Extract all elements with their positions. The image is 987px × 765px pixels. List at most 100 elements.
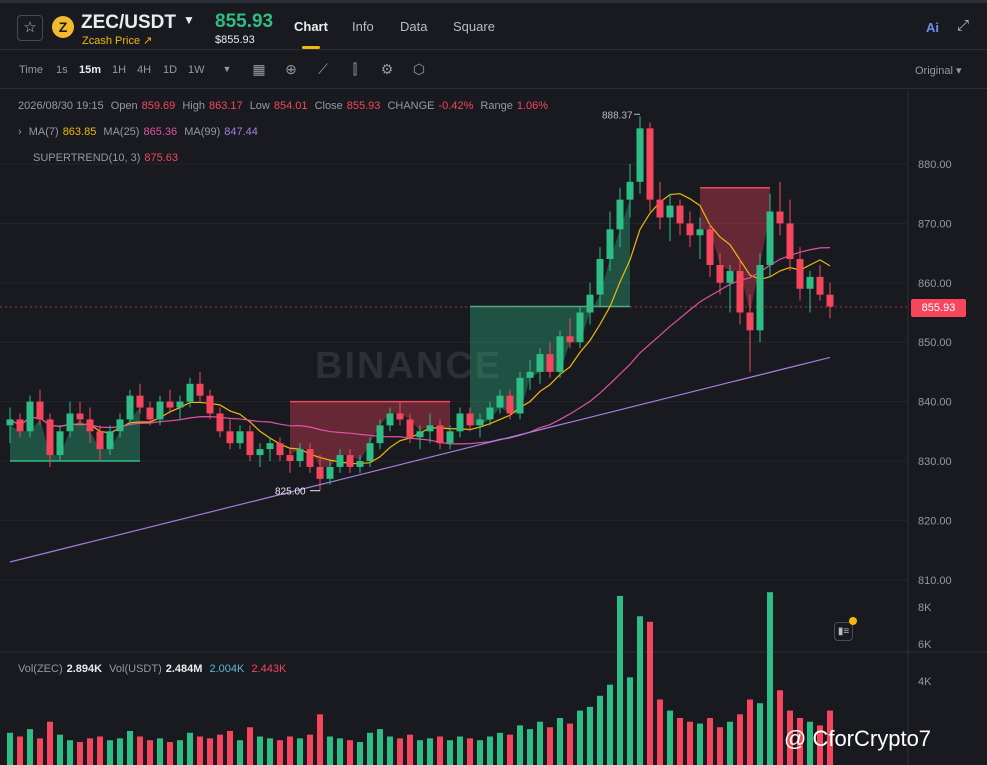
candle-body: [266, 443, 274, 450]
candle-body: [686, 223, 694, 236]
legend-close: 855.93: [346, 100, 381, 112]
volume-bar: [327, 736, 333, 765]
active-tab-indicator: [302, 46, 320, 49]
timeframe-time[interactable]: Time: [19, 64, 43, 76]
pair-title[interactable]: ZEC/USDT: [81, 12, 176, 34]
calendar-icon[interactable]: ▦: [250, 60, 268, 78]
volume-bar: [87, 738, 93, 765]
volume-bar: [147, 740, 153, 765]
settings-icon[interactable]: ⚙: [378, 60, 396, 78]
tab-data[interactable]: Data: [400, 19, 427, 34]
legend-high: 863.17: [208, 100, 243, 112]
vol-ma2-value: 2.443K: [251, 663, 287, 675]
candle-body: [316, 466, 324, 479]
vol-usdt-value: 2.484M: [165, 663, 203, 675]
vol-zec-value: 2.894K: [66, 663, 103, 675]
volume-bar: [747, 699, 753, 765]
caret-right-icon[interactable]: ›: [18, 126, 22, 138]
timeframe-1d[interactable]: 1D: [163, 64, 177, 76]
candle-body: [206, 395, 214, 414]
candle-body: [606, 229, 614, 260]
legend-low: 854.01: [273, 100, 308, 112]
candle-body: [596, 259, 604, 295]
candle-body: [56, 431, 64, 456]
volume-bar: [627, 677, 633, 765]
candle-body: [386, 413, 394, 426]
timeframe-1w[interactable]: 1W: [188, 64, 205, 76]
notification-dot: [849, 617, 857, 625]
volume-bar: [17, 736, 23, 765]
more-timeframes-icon[interactable]: ▼: [218, 60, 236, 78]
price-axis-label: 880.00: [918, 159, 952, 171]
candle-body: [276, 443, 284, 456]
candle-body: [506, 395, 514, 414]
volume-bar: [287, 736, 293, 765]
candle-body: [546, 354, 554, 372]
volume-bar: [157, 738, 163, 765]
candle-body: [166, 401, 174, 408]
volume-axis-label: 8K: [918, 602, 932, 614]
tab-info[interactable]: Info: [352, 19, 374, 34]
ai-button[interactable]: Ai: [926, 20, 939, 35]
candle-body: [76, 413, 84, 420]
volume-bar: [527, 729, 533, 765]
caret-down-icon[interactable]: ▼: [183, 13, 195, 27]
candle-body: [146, 407, 154, 420]
last-price-usd: $855.93: [215, 34, 255, 46]
header-bar: ☆ Z ZEC/USDT ▼ Zcash Price ↗ 855.93 $855…: [0, 3, 987, 50]
volume-legend: Vol(ZEC) 2.894K Vol(USDT) 2.484M 2.004K 2.…: [18, 663, 287, 675]
candle-body: [116, 419, 124, 432]
star-outline-icon[interactable]: ☆: [17, 15, 43, 41]
plus-circle-icon[interactable]: ⊕: [282, 60, 300, 78]
timeframe-15m[interactable]: 15m: [79, 64, 101, 76]
tab-chart[interactable]: Chart: [294, 19, 328, 34]
candle-body: [366, 443, 374, 461]
ma7-value: 863.85: [62, 126, 97, 138]
volume-axis-label: 6K: [918, 639, 932, 651]
candle-type-icon[interactable]: ⫿: [346, 60, 364, 78]
volume-bar: [217, 734, 223, 765]
volume-bar: [467, 738, 473, 765]
candle-body: [646, 128, 654, 200]
layers-icon[interactable]: ⬡: [410, 60, 428, 78]
volume-bar: [457, 736, 463, 765]
volume-bar: [697, 723, 703, 765]
timeframe-1s[interactable]: 1s: [56, 64, 68, 76]
volume-bar: [707, 718, 713, 765]
candle-body: [236, 431, 244, 444]
indicator-icon[interactable]: ⟋: [314, 60, 332, 78]
volume-bar: [777, 690, 783, 765]
candle-body: [826, 294, 834, 307]
candle-body: [716, 264, 724, 283]
candle-body: [426, 425, 434, 432]
tab-square[interactable]: Square: [453, 19, 495, 34]
expand-icon[interactable]: ⤢: [957, 17, 969, 34]
candle-body: [416, 431, 424, 438]
candle-body: [806, 276, 814, 289]
volume-bar: [177, 740, 183, 765]
candle-body: [16, 419, 24, 432]
volume-bar: [317, 714, 323, 765]
news-icon[interactable]: ▮≡: [834, 622, 853, 641]
view-mode-select[interactable]: Original ▾: [915, 64, 961, 77]
timeframe-1h[interactable]: 1H: [112, 64, 126, 76]
candle-body: [626, 181, 634, 200]
timeframe-4h[interactable]: 4H: [137, 64, 151, 76]
candle-body: [406, 419, 414, 438]
candle-body: [336, 455, 344, 467]
volume-bar: [507, 734, 513, 765]
candle-body: [196, 383, 204, 396]
candle-body: [776, 211, 784, 224]
coin-price-link[interactable]: Zcash Price ↗: [82, 34, 152, 47]
candle-body: [6, 419, 14, 426]
legend-open: 859.69: [141, 100, 176, 112]
price-axis-label: 850.00: [918, 337, 952, 349]
volume-bar: [397, 738, 403, 765]
volume-bar: [677, 718, 683, 765]
volume-bar: [637, 616, 643, 765]
chart-area[interactable]: BINANCE 880.00 870.00 860.00 850.00 840.00 83…: [0, 90, 987, 765]
volume-bar: [687, 721, 693, 765]
volume-bar: [647, 621, 653, 765]
candle-body: [616, 199, 624, 230]
volume-bar: [277, 740, 283, 765]
